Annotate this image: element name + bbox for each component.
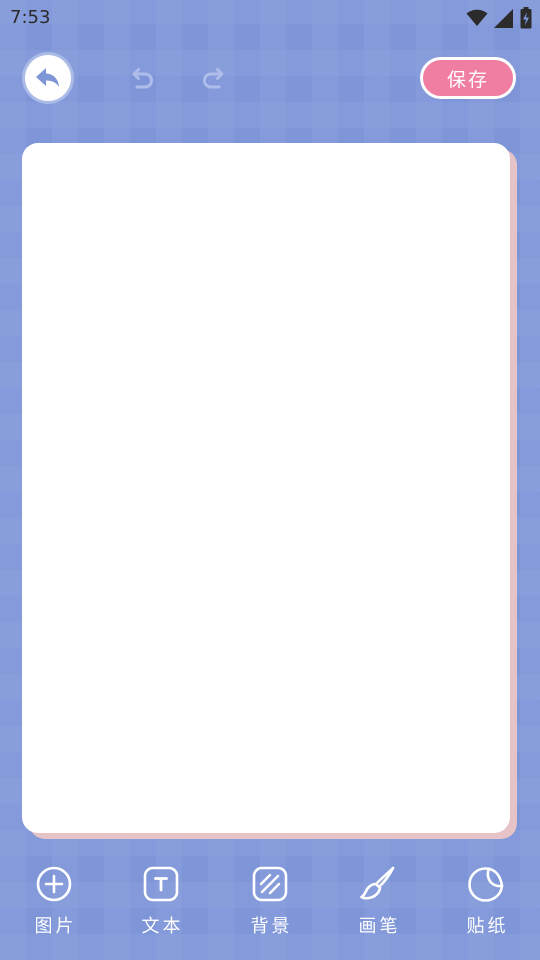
cellular-signal-icon <box>494 8 513 28</box>
sticker-icon <box>466 864 506 904</box>
striped-square-icon <box>250 864 290 904</box>
back-button[interactable] <box>25 55 71 101</box>
status-icons <box>466 6 532 30</box>
status-time: 7:53 <box>10 7 51 28</box>
battery-charging-icon <box>520 7 532 29</box>
tool-text-label: 文本 <box>141 916 184 937</box>
tool-sticker-button[interactable]: 贴纸 <box>446 858 526 944</box>
tool-sticker-label: 贴纸 <box>466 916 509 937</box>
bottom-toolbar: 图片 文本 背景 画笔 贴纸 <box>0 858 540 948</box>
wifi-icon <box>466 9 488 26</box>
editor-canvas[interactable] <box>22 143 510 833</box>
tool-image-label: 图片 <box>34 916 77 937</box>
add-circle-icon <box>34 864 74 904</box>
tool-background-label: 背景 <box>250 916 293 937</box>
tool-text-button[interactable]: 文本 <box>121 858 201 944</box>
paintbrush-icon <box>358 864 398 904</box>
tool-image-button[interactable]: 图片 <box>14 858 94 944</box>
back-arrow-icon <box>36 68 59 87</box>
save-button[interactable]: 保存 <box>420 57 516 99</box>
redo-button[interactable] <box>198 62 232 96</box>
redo-icon <box>203 68 224 89</box>
tool-brush-label: 画笔 <box>358 916 401 937</box>
tool-brush-button[interactable]: 画笔 <box>338 858 418 944</box>
status-bar: 7:53 <box>0 0 540 36</box>
text-box-icon <box>141 864 181 904</box>
undo-button[interactable] <box>124 62 158 96</box>
tool-background-button[interactable]: 背景 <box>230 858 310 944</box>
undo-icon <box>132 68 153 89</box>
